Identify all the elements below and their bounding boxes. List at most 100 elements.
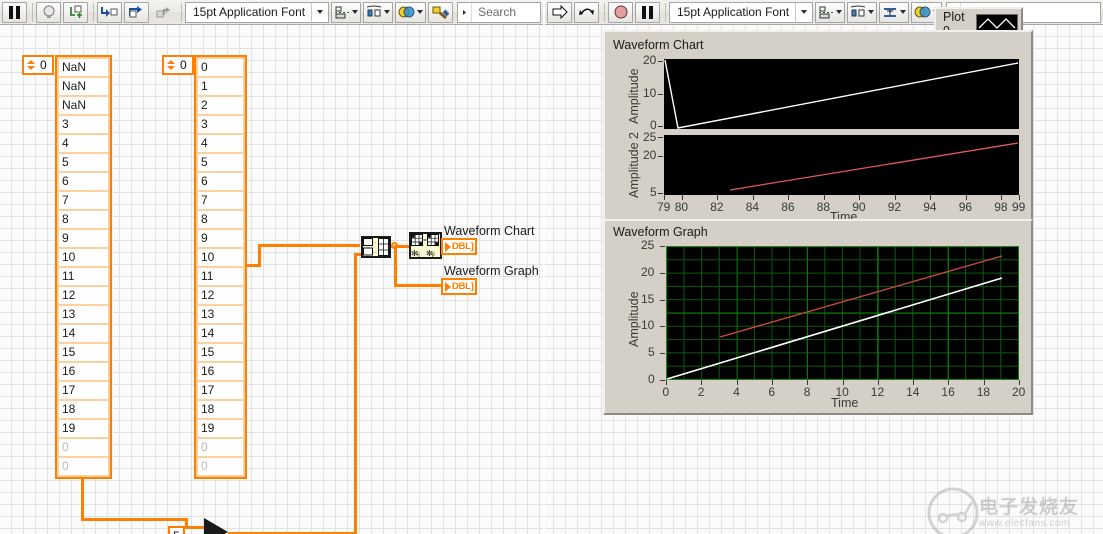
array-cell[interactable]: 17 — [59, 382, 108, 399]
wire-branch-down[interactable] — [394, 245, 397, 287]
array-cell-empty[interactable]: 0 — [198, 439, 243, 456]
array-cell[interactable]: 8 — [198, 211, 243, 228]
chevron-down-icon[interactable] — [384, 10, 391, 14]
array-1-index-spinner[interactable] — [25, 57, 36, 73]
chevron-down-icon[interactable] — [868, 10, 875, 14]
array-cell[interactable]: 10 — [198, 249, 243, 266]
array-cell[interactable]: 5 — [59, 154, 108, 171]
array-cell[interactable]: 16 — [198, 363, 243, 380]
array-cell[interactable]: 17 — [198, 382, 243, 399]
array-cell[interactable]: 14 — [59, 325, 108, 342]
chevron-down-icon[interactable] — [311, 2, 328, 22]
array-cell[interactable]: 18 — [59, 401, 108, 418]
array-cell[interactable]: NaN — [59, 97, 108, 114]
numeric-constant[interactable]: 5 — [168, 526, 185, 534]
array-cell[interactable]: 11 — [59, 268, 108, 285]
array-cell[interactable]: 11 — [198, 268, 243, 285]
waveform-graph-terminal[interactable]: DBL ] — [441, 278, 477, 295]
array-cell[interactable]: 12 — [198, 287, 243, 304]
array-2-index-spinner[interactable] — [165, 57, 176, 73]
transpose-2d-array-node[interactable]: ✻ ij ✻ ji — [409, 232, 442, 259]
abort-execution-button[interactable] — [608, 1, 633, 23]
chevron-down-icon[interactable] — [795, 2, 812, 22]
waveform-graph[interactable]: Waveform Graph Amplitude 0 5 10 15 20 25 0 2 4 6… — [603, 219, 1033, 415]
array-control-1[interactable]: NaN NaN NaN 3 4 5 6 7 8 9 10 11 12 13 14 15 16 17 18 19 0 0 — [55, 55, 112, 479]
wire-array2-to-build[interactable] — [258, 244, 360, 247]
array-cell[interactable]: 3 — [198, 116, 243, 133]
step-into-button[interactable] — [97, 1, 122, 23]
build-array-node[interactable]: ·· ·· — [361, 236, 391, 258]
wire-array1-to-add[interactable] — [185, 526, 205, 529]
resize-objects-button[interactable] — [879, 1, 910, 23]
array-cell[interactable]: 13 — [59, 306, 108, 323]
chevron-down-icon[interactable] — [352, 10, 359, 14]
chart-pane-1-plot-area[interactable] — [664, 59, 1019, 129]
array-cell[interactable]: 10 — [59, 249, 108, 266]
array-cell-empty[interactable]: 0 — [198, 458, 243, 475]
array-cell[interactable]: 5 — [198, 154, 243, 171]
font-selector[interactable]: 15pt Application Font — [185, 1, 330, 23]
distribute-objects-button[interactable] — [363, 1, 394, 23]
waveform-chart-terminal[interactable]: DBL ] — [441, 238, 477, 255]
step-over-button[interactable] — [124, 1, 149, 23]
array-cell[interactable]: 4 — [198, 135, 243, 152]
array-cell[interactable]: 6 — [198, 173, 243, 190]
wire-array1-right[interactable] — [81, 518, 188, 521]
chart-pane-2-plot-area[interactable] — [664, 135, 1019, 195]
align-objects-button[interactable] — [331, 1, 362, 23]
wire-array1-down[interactable] — [81, 477, 84, 521]
array-cell-empty[interactable]: 0 — [59, 458, 108, 475]
pause-button[interactable] — [635, 1, 660, 23]
distribute-objects-button[interactable] — [847, 1, 878, 23]
array-cell[interactable]: 14 — [198, 325, 243, 342]
array-cell[interactable]: 8 — [59, 211, 108, 228]
reorder-button[interactable] — [395, 1, 427, 23]
array-cell[interactable]: 9 — [59, 230, 108, 247]
wire-array2-up[interactable] — [258, 244, 261, 266]
array-cell[interactable]: NaN — [59, 59, 108, 76]
array-cell[interactable]: 19 — [198, 420, 243, 437]
array-cell[interactable]: 3 — [59, 116, 108, 133]
chevron-down-icon[interactable] — [900, 10, 907, 14]
clean-up-diagram-button[interactable] — [428, 1, 454, 23]
array-cell[interactable]: 7 — [198, 192, 243, 209]
font-selector[interactable]: 15pt Application Font — [669, 1, 814, 23]
array-cell[interactable]: 2 — [198, 97, 243, 114]
array-cell[interactable]: 18 — [198, 401, 243, 418]
search-dropdown-icon[interactable] — [458, 2, 473, 22]
array-cell[interactable]: 16 — [59, 363, 108, 380]
front-panel-canvas[interactable]: Plot 0 Plot 1 Waveform Chart Ampli — [545, 7, 1103, 534]
retain-wire-values-button[interactable] — [63, 1, 88, 23]
pause-button[interactable] — [2, 1, 27, 23]
array-cell[interactable]: 12 — [59, 287, 108, 304]
wire-branch-to-graph[interactable] — [394, 284, 446, 287]
step-out-button[interactable] — [151, 2, 176, 23]
graph-plot-area[interactable] — [666, 246, 1019, 380]
array-cell-empty[interactable]: 0 — [59, 439, 108, 456]
block-diagram-canvas[interactable]: 0 NaN NaN NaN 3 4 5 6 7 8 9 10 11 12 13 14 15 16 17 18 19 0 0… — [0, 25, 543, 534]
array-2-index-control[interactable]: 0 — [162, 55, 194, 75]
align-objects-button[interactable] — [815, 1, 846, 23]
array-control-2[interactable]: 0 1 2 3 4 5 6 7 8 9 10 11 12 13 14 15 16 17 18 19 0 0 — [194, 55, 247, 479]
wire-add-up[interactable] — [354, 253, 357, 534]
array-cell[interactable]: 7 — [59, 192, 108, 209]
waveform-chart[interactable]: Waveform Chart Amplitude 20 10 0 Amplitu… — [603, 30, 1033, 224]
array-1-index-control[interactable]: 0 — [22, 55, 54, 75]
add-function-node[interactable]: + — [204, 518, 228, 534]
array-cell[interactable]: NaN — [59, 78, 108, 95]
highlight-execution-button[interactable] — [36, 1, 61, 23]
run-continuously-button[interactable] — [574, 1, 599, 23]
array-cell[interactable]: 15 — [198, 344, 243, 361]
array-cell[interactable]: 0 — [198, 59, 243, 76]
run-button[interactable] — [547, 1, 572, 23]
array-cell[interactable]: 13 — [198, 306, 243, 323]
array-cell[interactable]: 4 — [59, 135, 108, 152]
chevron-down-icon[interactable] — [836, 10, 843, 14]
array-cell[interactable]: 15 — [59, 344, 108, 361]
array-cell[interactable]: 1 — [198, 78, 243, 95]
chevron-down-icon[interactable] — [417, 10, 424, 14]
array-cell[interactable]: 9 — [198, 230, 243, 247]
search-field[interactable]: Search — [457, 1, 541, 23]
array-cell[interactable]: 6 — [59, 173, 108, 190]
array-cell[interactable]: 19 — [59, 420, 108, 437]
